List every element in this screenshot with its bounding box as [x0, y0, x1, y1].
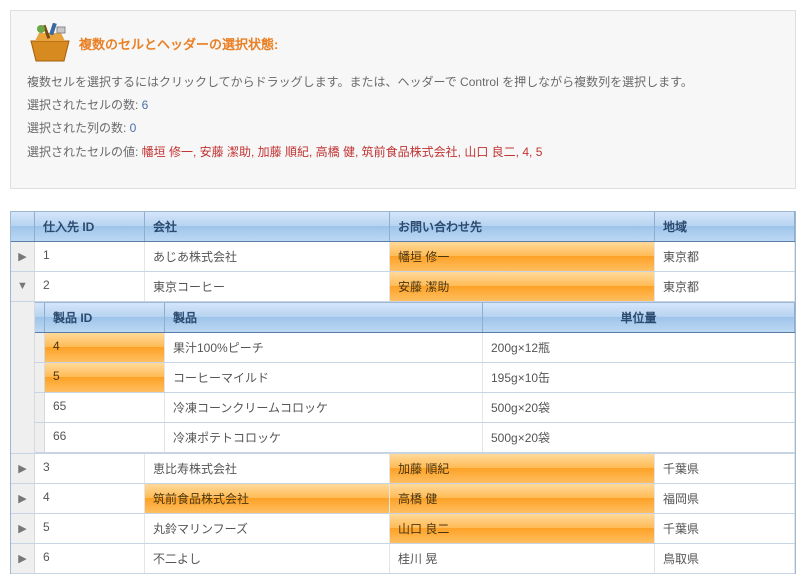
table-row[interactable]: ▶1あじあ株式会社幡垣 修一東京都 — [11, 242, 795, 272]
table-row[interactable]: ▶5丸鈴マリンフーズ山口 良二千葉県 — [11, 514, 795, 544]
nested-table-row[interactable]: 4果汁100%ピーチ200g×12瓶 — [35, 333, 795, 363]
selected-values: 幡垣 修一, 安藤 潔助, 加藤 順紀, 高橋 健, 筑前食品株式会社, 山口 … — [142, 145, 543, 159]
cell-id[interactable]: 2 — [35, 272, 145, 301]
cell-unit[interactable]: 195g×10缶 — [483, 363, 795, 392]
cell-region[interactable]: 鳥取県 — [655, 544, 795, 573]
table-row[interactable]: ▶3恵比寿株式会社加藤 順紀千葉県 — [11, 454, 795, 484]
selected-values-label: 選択されたセルの値: — [27, 145, 142, 159]
cell-product[interactable]: 冷凍コーンクリームコロッケ — [165, 393, 483, 422]
cell-product[interactable]: 冷凍ポテトコロッケ — [165, 423, 483, 452]
col-header-contact[interactable]: お問い合わせ先 — [390, 212, 655, 241]
cell-contact[interactable]: 山口 良二 — [390, 514, 655, 543]
cell-product-id[interactable]: 66 — [45, 423, 165, 452]
cell-unit[interactable]: 200g×12瓶 — [483, 333, 795, 362]
col-header-unit[interactable]: 単位量 — [483, 303, 795, 332]
nested-row-gutter — [35, 363, 45, 392]
cell-company[interactable]: 不二よし — [145, 544, 390, 573]
table-row[interactable]: ▶6不二よし桂川 晃鳥取県 — [11, 544, 795, 574]
cell-product[interactable]: 果汁100%ピーチ — [165, 333, 483, 362]
cell-id[interactable]: 5 — [35, 514, 145, 543]
cell-unit[interactable]: 500g×20袋 — [483, 393, 795, 422]
nested-expander-header — [35, 303, 45, 332]
suppliers-grid[interactable]: 仕入先 ID 会社 お問い合わせ先 地域 ▶1あじあ株式会社幡垣 修一東京都▼2… — [10, 211, 796, 574]
selected-cells-label: 選択されたセルの数: — [27, 98, 142, 112]
cell-product-id[interactable]: 65 — [45, 393, 165, 422]
expand-icon[interactable]: ▶ — [11, 544, 35, 573]
cell-product-id[interactable]: 5 — [45, 363, 165, 392]
table-row[interactable]: ▼2東京コーヒー安藤 潔助東京都 — [11, 272, 795, 302]
cell-contact[interactable]: 幡垣 修一 — [390, 242, 655, 271]
collapse-icon[interactable]: ▼ — [11, 272, 35, 301]
grid-header-row: 仕入先 ID 会社 お問い合わせ先 地域 — [11, 212, 795, 242]
selection-status-panel: 複数のセルとヘッダーの選択状態: 複数セルを選択するにはクリックしてからドラッグ… — [10, 10, 796, 189]
cell-product-id[interactable]: 4 — [45, 333, 165, 362]
cell-contact[interactable]: 加藤 順紀 — [390, 454, 655, 483]
cell-company[interactable]: 丸鈴マリンフーズ — [145, 514, 390, 543]
table-row[interactable]: ▶4筑前食品株式会社高橋 健福岡県 — [11, 484, 795, 514]
products-grid[interactable]: 製品 ID製品単位量4果汁100%ピーチ200g×12瓶5コーヒーマイルド195… — [35, 302, 795, 453]
nested-table-row[interactable]: 5コーヒーマイルド195g×10缶 — [35, 363, 795, 393]
cell-company[interactable]: 東京コーヒー — [145, 272, 390, 301]
nested-row-gutter — [35, 423, 45, 452]
help-text: 複数セルを選択するにはクリックしてからドラッグします。または、ヘッダーで Con… — [27, 73, 779, 92]
col-header-id[interactable]: 仕入先 ID — [35, 212, 145, 241]
expand-icon[interactable]: ▶ — [11, 454, 35, 483]
cell-region[interactable]: 千葉県 — [655, 514, 795, 543]
cell-id[interactable]: 6 — [35, 544, 145, 573]
col-header-company[interactable]: 会社 — [145, 212, 390, 241]
nested-header-row: 製品 ID製品単位量 — [35, 303, 795, 333]
cell-contact[interactable]: 桂川 晃 — [390, 544, 655, 573]
selected-values-line: 選択されたセルの値: 幡垣 修一, 安藤 潔助, 加藤 順紀, 高橋 健, 筑前… — [27, 143, 779, 162]
cell-contact[interactable]: 安藤 潔助 — [390, 272, 655, 301]
nested-grid-container: 製品 ID製品単位量4果汁100%ピーチ200g×12瓶5コーヒーマイルド195… — [11, 302, 795, 454]
col-header-product[interactable]: 製品 — [165, 303, 483, 332]
cell-id[interactable]: 1 — [35, 242, 145, 271]
cell-contact[interactable]: 高橋 健 — [390, 484, 655, 513]
selected-cols-line: 選択された列の数: 0 — [27, 119, 779, 138]
toolbox-icon — [27, 23, 73, 63]
selected-cols-value: 0 — [130, 121, 137, 135]
nested-table-row[interactable]: 65冷凍コーンクリームコロッケ500g×20袋 — [35, 393, 795, 423]
panel-title: 複数のセルとヘッダーの選択状態: — [79, 34, 278, 53]
cell-region[interactable]: 千葉県 — [655, 454, 795, 483]
cell-unit[interactable]: 500g×20袋 — [483, 423, 795, 452]
expander-header — [11, 212, 35, 241]
selected-cells-value: 6 — [142, 98, 149, 112]
cell-id[interactable]: 4 — [35, 484, 145, 513]
nested-row-gutter — [35, 333, 45, 362]
cell-region[interactable]: 東京都 — [655, 272, 795, 301]
nested-row-gutter — [35, 393, 45, 422]
cell-company[interactable]: 筑前食品株式会社 — [145, 484, 390, 513]
cell-product[interactable]: コーヒーマイルド — [165, 363, 483, 392]
cell-region[interactable]: 東京都 — [655, 242, 795, 271]
col-header-product-id[interactable]: 製品 ID — [45, 303, 165, 332]
expand-icon[interactable]: ▶ — [11, 242, 35, 271]
expand-icon[interactable]: ▶ — [11, 514, 35, 543]
selected-cells-line: 選択されたセルの数: 6 — [27, 96, 779, 115]
col-header-region[interactable]: 地域 — [655, 212, 795, 241]
nested-table-row[interactable]: 66冷凍ポテトコロッケ500g×20袋 — [35, 423, 795, 453]
expand-icon[interactable]: ▶ — [11, 484, 35, 513]
nested-gutter — [11, 302, 35, 453]
cell-company[interactable]: あじあ株式会社 — [145, 242, 390, 271]
cell-id[interactable]: 3 — [35, 454, 145, 483]
cell-region[interactable]: 福岡県 — [655, 484, 795, 513]
cell-company[interactable]: 恵比寿株式会社 — [145, 454, 390, 483]
selected-cols-label: 選択された列の数: — [27, 121, 130, 135]
